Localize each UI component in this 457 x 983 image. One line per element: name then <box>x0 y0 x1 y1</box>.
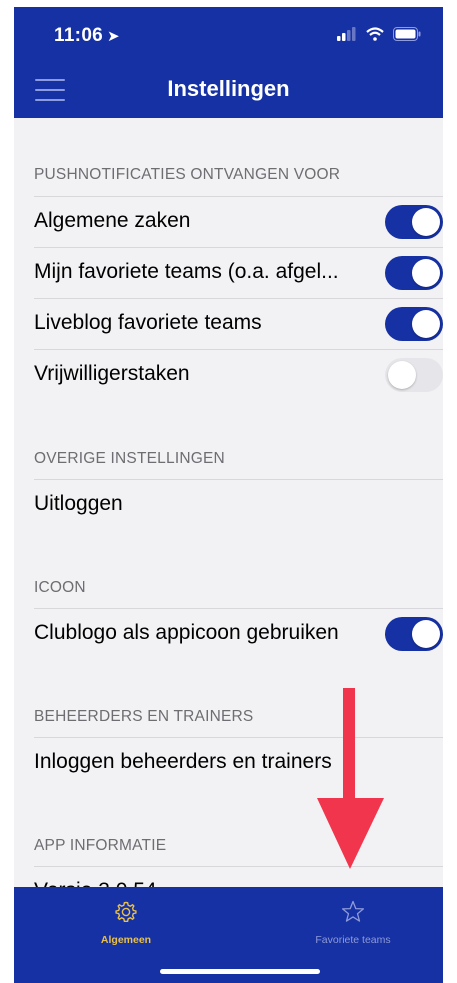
row-label: Algemene zaken <box>34 209 191 232</box>
toggle-switch-on[interactable] <box>385 617 443 651</box>
phone-screen: 11:06 ➤ Instellingen PUSHNOTIFICATIES ON… <box>14 7 443 983</box>
divider <box>34 479 443 480</box>
tab-algemeen[interactable]: Algemeen <box>61 899 191 946</box>
setting-row-liveblog[interactable]: Liveblog favoriete teams <box>14 298 443 349</box>
toggle-knob <box>412 310 440 338</box>
section-header-app-info: APP INFORMATIE <box>34 837 167 854</box>
section-header-push: PUSHNOTIFICATIES ONTVANGEN VOOR <box>34 166 341 183</box>
divider <box>34 247 443 248</box>
toggle-knob <box>412 620 440 648</box>
row-label: Mijn favoriete teams (o.a. afgel... <box>34 260 339 283</box>
setting-row-uitloggen[interactable]: Uitloggen <box>14 479 443 530</box>
gear-icon <box>115 901 137 922</box>
row-label: Uitloggen <box>34 492 123 515</box>
toggle-switch-on[interactable] <box>385 205 443 239</box>
setting-row-algemene-zaken[interactable]: Algemene zaken <box>14 196 443 247</box>
divider <box>34 737 443 738</box>
row-label: Clublogo als appicoon gebruiken <box>34 621 339 644</box>
divider <box>34 608 443 609</box>
toggle-knob <box>412 208 440 236</box>
page-title: Instellingen <box>167 76 290 101</box>
toggle-switch-off[interactable] <box>385 358 443 392</box>
navigation-bar: Instellingen <box>14 61 443 118</box>
toggle-switch-on[interactable] <box>385 307 443 341</box>
divider <box>34 196 443 197</box>
divider <box>34 298 443 299</box>
star-icon <box>341 900 365 922</box>
status-bar: 11:06 ➤ <box>14 7 443 61</box>
section-header-overige: OVERIGE INSTELLINGEN <box>34 450 225 467</box>
tab-label: Algemeen <box>100 934 152 946</box>
divider <box>34 866 443 867</box>
tab-label: Favoriete teams <box>315 934 391 946</box>
status-time: 11:06 ➤ <box>54 25 120 47</box>
clock-text: 11:06 <box>54 25 104 46</box>
setting-row-favoriete-teams[interactable]: Mijn favoriete teams (o.a. afgel... <box>14 247 443 298</box>
setting-row-vrijwilligerstaken[interactable]: Vrijwilligerstaken <box>14 349 443 400</box>
wifi-icon <box>366 27 384 41</box>
divider <box>34 349 443 350</box>
settings-list[interactable]: PUSHNOTIFICATIES ONTVANGEN VOOR Algemene… <box>14 118 443 894</box>
toggle-switch-on[interactable] <box>385 256 443 290</box>
battery-icon <box>393 27 421 41</box>
row-label: Inloggen beheerders en trainers <box>34 750 332 773</box>
section-header-icoon: ICOON <box>34 579 86 596</box>
toggle-knob <box>388 361 416 389</box>
home-indicator[interactable] <box>160 969 320 974</box>
section-header-beheerders: BEHEERDERS EN TRAINERS <box>34 708 254 725</box>
setting-row-clublogo[interactable]: Clublogo als appicoon gebruiken <box>14 608 443 659</box>
setting-row-inloggen-beheerders[interactable]: Inloggen beheerders en trainers <box>14 737 443 788</box>
row-label: Liveblog favoriete teams <box>34 311 262 334</box>
row-label: Vrijwilligerstaken <box>34 362 190 385</box>
toggle-knob <box>412 259 440 287</box>
signal-icon <box>337 27 356 41</box>
location-arrow-icon: ➤ <box>107 28 120 45</box>
tab-favoriete-teams[interactable]: Favoriete teams <box>288 899 418 946</box>
status-icons <box>337 27 421 41</box>
